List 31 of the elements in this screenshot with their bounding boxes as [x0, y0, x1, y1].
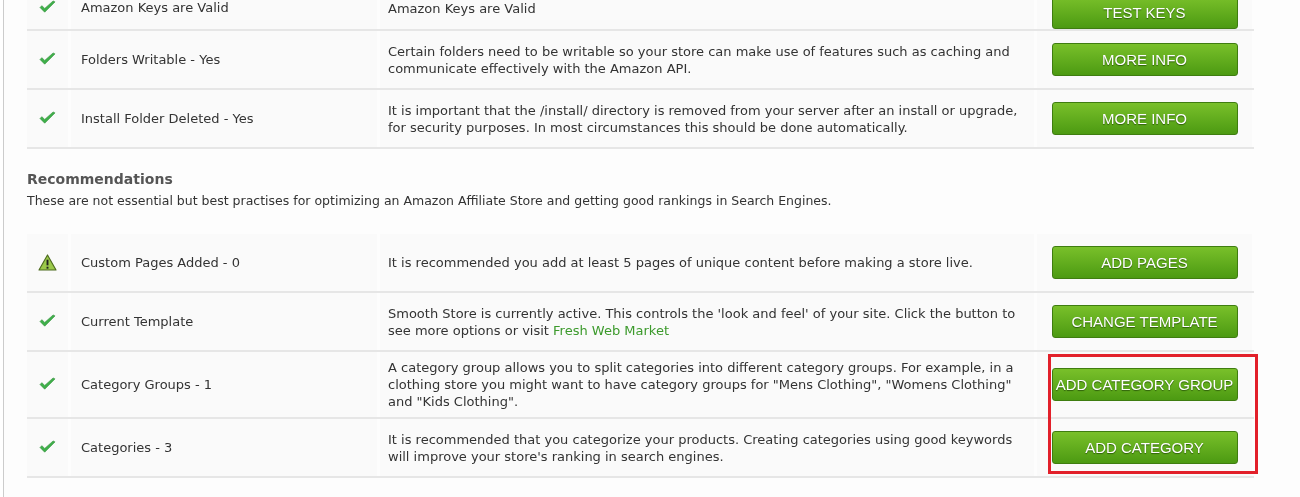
- section-description: These are not essential but best practises for optimizing an Amazon Affiliate Store and getting good rankings in Search Engines.: [27, 193, 833, 208]
- check-description: A category group allows you to split categories into different category groups. For example, in a clothing store you might want to have category groups for "Mens Clothing", "Womens Clothing" and "Kids Clothing".: [388, 359, 1015, 410]
- check-icon: [39, 0, 56, 15]
- check-icon: [39, 52, 56, 67]
- check-label: Amazon Keys are Valid: [81, 0, 229, 15]
- check-icon: [39, 377, 56, 392]
- action-button[interactable]: ADD CATEGORY GROUP: [1051, 368, 1238, 401]
- check-icon: [39, 111, 56, 126]
- check-description: Smooth Store is currently active. This controls the 'look and feel' of your site. Click the button to see more options or visit Fresh Web Market: [388, 304, 1017, 339]
- action-button[interactable]: CHANGE TEMPLATE: [1051, 305, 1238, 338]
- action-button[interactable]: ADD CATEGORY: [1051, 431, 1238, 464]
- check-icon: [39, 440, 56, 455]
- check-description: It is recommended you add at least 5 pages of unique content before making a store live.: [388, 254, 973, 271]
- check-label: Folders Writable - Yes: [81, 52, 221, 67]
- section-heading: Recommendations: [27, 170, 174, 189]
- action-button[interactable]: ADD PAGES: [1051, 246, 1238, 279]
- check-label: Install Folder Deleted - Yes: [81, 111, 254, 126]
- check-label: Category Groups - 1: [81, 377, 213, 392]
- check-description: Amazon Keys are Valid: [388, 0, 536, 17]
- check-description: Certain folders need to be writable so your store can make use of features such as caching and communicate effectively with the Amazon API.: [388, 42, 1011, 77]
- check-label: Custom Pages Added - 0: [81, 255, 240, 270]
- check-label: Categories - 3: [81, 440, 173, 455]
- action-button[interactable]: MORE INFO: [1051, 102, 1238, 135]
- action-button[interactable]: TEST KEYS: [1051, 0, 1238, 29]
- check-description: It is recommended that you categorize your products. Creating categories using good keywords will improve your store's ranking in search engines.: [388, 430, 1014, 465]
- link[interactable]: Fresh Web Market: [553, 322, 669, 338]
- check-label: Current Template: [81, 314, 194, 329]
- check-icon: [39, 314, 56, 329]
- check-description: It is important that the /install/ directory is removed from your server after an install or upgrade, for security purposes. In most circumstances this should be done automatically.: [388, 101, 1019, 136]
- warning-icon: [38, 254, 57, 271]
- action-button[interactable]: MORE INFO: [1051, 43, 1238, 76]
